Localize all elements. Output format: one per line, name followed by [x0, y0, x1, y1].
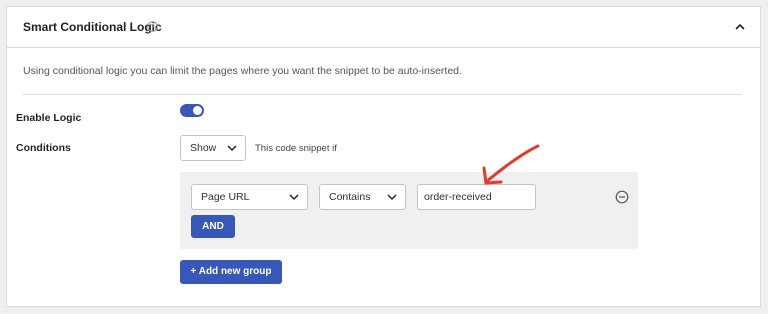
- condition-operator-select[interactable]: Contains: [319, 184, 406, 210]
- chevron-up-icon[interactable]: [734, 21, 746, 33]
- conditions-helper-text: This code snippet if: [255, 143, 337, 154]
- remove-circle-icon[interactable]: [615, 190, 629, 204]
- help-icon[interactable]: ?: [147, 21, 158, 32]
- divider: [23, 94, 742, 95]
- chevron-down-icon: [387, 194, 397, 201]
- toggle-knob: [193, 106, 202, 115]
- show-hide-select[interactable]: Show: [180, 135, 246, 161]
- panel-header[interactable]: Smart Conditional Logic ?: [7, 7, 760, 48]
- enable-logic-label: Enable Logic: [16, 112, 82, 124]
- smart-conditional-logic-panel: Smart Conditional Logic ? Using conditio…: [6, 6, 761, 307]
- condition-field-select-value: Page URL: [201, 191, 250, 203]
- condition-operator-select-value: Contains: [329, 191, 371, 203]
- chevron-down-icon: [289, 194, 299, 201]
- and-button[interactable]: AND: [191, 215, 235, 238]
- panel-description: Using conditional logic you can limit th…: [23, 65, 462, 77]
- panel-title: Smart Conditional Logic: [23, 20, 162, 34]
- conditions-label: Conditions: [16, 142, 71, 154]
- add-new-group-button[interactable]: + Add new group: [180, 260, 282, 284]
- chevron-down-icon: [227, 145, 237, 152]
- show-hide-select-value: Show: [190, 142, 217, 154]
- condition-field-select[interactable]: Page URL: [191, 184, 308, 210]
- annotation-arrow-icon: [482, 144, 540, 185]
- svg-text:?: ?: [151, 24, 155, 31]
- enable-logic-toggle[interactable]: [180, 104, 204, 117]
